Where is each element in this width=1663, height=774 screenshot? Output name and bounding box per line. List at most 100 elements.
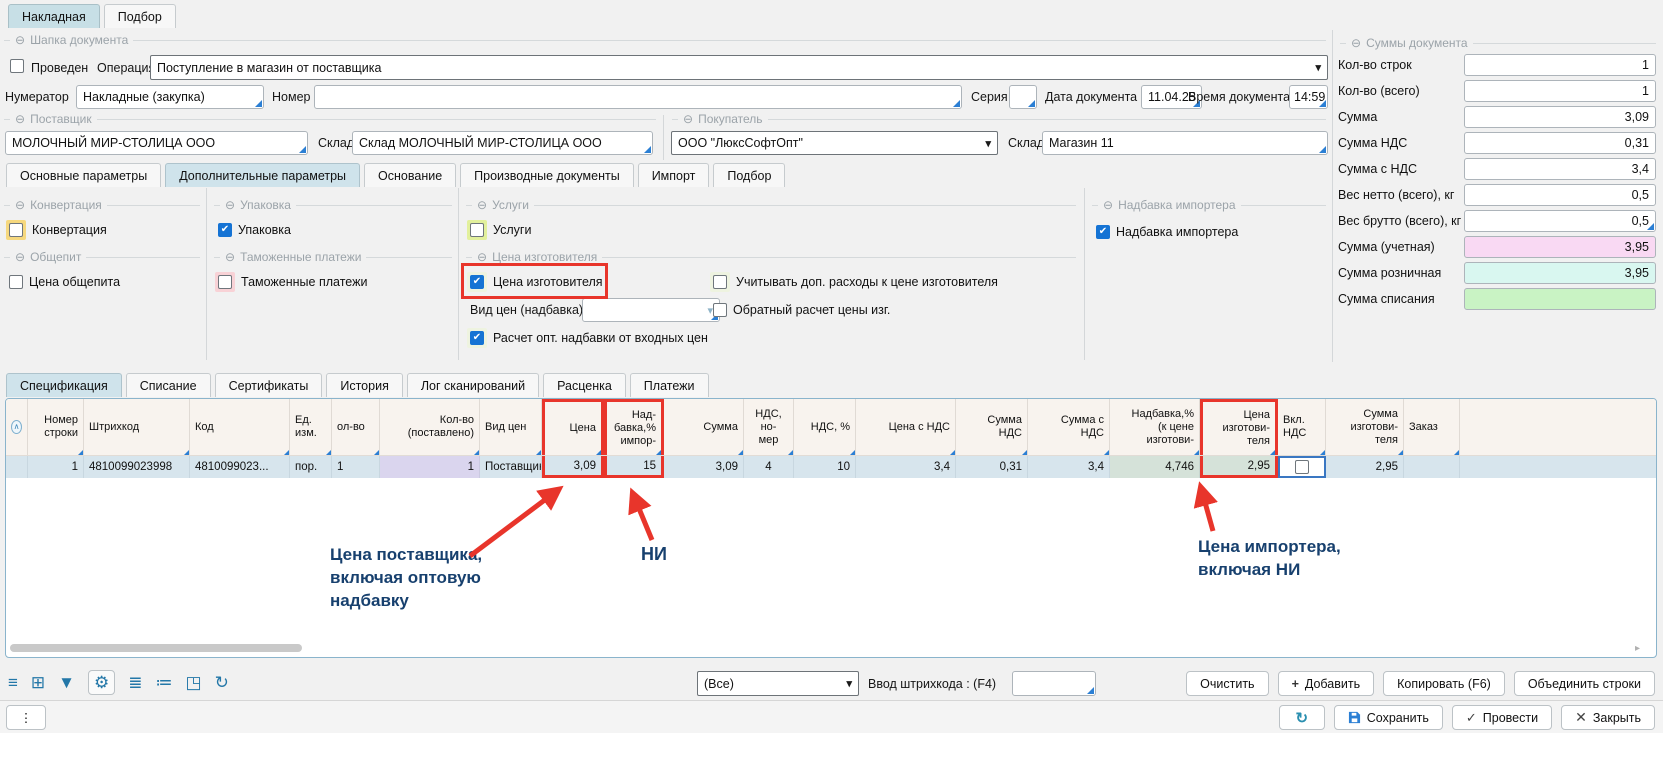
row-cell-13[interactable]: 3,4 [856, 456, 956, 478]
horizontal-scrollbar[interactable]: ▸ [10, 643, 1640, 653]
collapse-group-icon[interactable]: ⊖ [477, 199, 487, 211]
reverse-calc-checkbox-row[interactable]: Обратный расчет цены изг. [713, 300, 890, 320]
collapse-rows-icon[interactable]: ∧ [11, 420, 22, 434]
col-header-11[interactable]: НДС, но- мер [744, 399, 794, 455]
totals-value-7[interactable]: 3,95 [1464, 236, 1656, 258]
services-checkbox-row[interactable]: Услуги [467, 220, 531, 240]
refresh-button[interactable]: ↻ [1279, 705, 1325, 730]
param-tab-2[interactable]: Основание [364, 163, 456, 187]
add-button[interactable]: +Добавить [1278, 671, 1375, 696]
loop-refresh-icon[interactable]: ↻ [215, 674, 229, 691]
supplier-warehouse-field[interactable]: Склад МОЛОЧНЫЙ МИР-СТОЛИЦА ООО [352, 131, 653, 155]
close-button[interactable]: ✕Закрыть [1561, 705, 1655, 730]
row-cell-17[interactable]: 2,95 [1200, 456, 1278, 478]
collapse-group-icon[interactable]: ⊖ [15, 34, 25, 46]
conversion-checkbox-row[interactable]: Конвертация [6, 220, 107, 240]
row-cell-20[interactable] [1404, 456, 1460, 478]
top-tab-0[interactable]: Накладная [8, 4, 100, 28]
clear-button[interactable]: Очистить [1186, 671, 1268, 696]
row-cell-16[interactable]: 4,746 [1110, 456, 1200, 478]
col-header-9[interactable]: Над- бавка,% импор- [604, 399, 664, 455]
row-cell-11[interactable]: 4 [744, 456, 794, 478]
filter-select[interactable]: (Все) ▾ [697, 671, 859, 696]
operation-select[interactable]: Поступление в магазин от поставщика ▾ [150, 55, 1328, 80]
buyer-select[interactable]: ООО "ЛюксСофтОпт" ▾ [671, 131, 998, 155]
spec-tab-3[interactable]: История [326, 373, 402, 397]
copy-button[interactable]: Копировать (F6) [1383, 671, 1505, 696]
col-header-6[interactable]: Кол-во (поставлено) [380, 399, 480, 455]
row-cell-4[interactable]: пор. [290, 456, 332, 478]
numbered-list-icon[interactable]: ≣ [128, 674, 142, 691]
settings-gear-icon[interactable]: ⚙ [88, 670, 115, 695]
spec-tab-1[interactable]: Списание [126, 373, 211, 397]
document-time-field[interactable]: 14:59 [1289, 85, 1328, 109]
barcode-input[interactable] [1012, 671, 1096, 696]
top-tab-1[interactable]: Подбор [104, 4, 176, 28]
collapse-group-icon[interactable]: ⊖ [1351, 37, 1361, 49]
packaging-checkbox[interactable] [218, 223, 232, 237]
col-header-7[interactable]: Вид цен [480, 399, 542, 455]
merge-rows-button[interactable]: Объединить строки [1514, 671, 1655, 696]
row-cell-19[interactable]: 2,95 [1326, 456, 1404, 478]
row-cell-10[interactable]: 3,09 [664, 456, 744, 478]
col-header-14[interactable]: Сумма НДС [956, 399, 1028, 455]
collapse-group-icon[interactable]: ⊖ [15, 251, 25, 263]
supplier-name-field[interactable]: МОЛОЧНЫЙ МИР-СТОЛИЦА ООО [5, 131, 308, 155]
param-tab-1[interactable]: Дополнительные параметры [165, 163, 360, 187]
col-header-1[interactable]: Номер строки [28, 399, 84, 455]
col-header-2[interactable]: Штрихкод [84, 399, 190, 455]
spec-tab-6[interactable]: Платежи [630, 373, 709, 397]
collapse-group-icon[interactable]: ⊖ [15, 199, 25, 211]
packaging-checkbox-row[interactable]: Упаковка [218, 220, 291, 240]
row-cell-1[interactable]: 1 [28, 456, 84, 478]
totals-value-5[interactable]: 0,5 [1464, 184, 1656, 206]
menu-button[interactable]: ⋮ [6, 705, 46, 730]
buyer-warehouse-field[interactable]: Магазин 11 [1042, 131, 1328, 155]
spec-tab-2[interactable]: Сертификаты [215, 373, 323, 397]
opt-markup-checkbox-row[interactable]: Расчет опт. надбавки от входных цен [467, 328, 708, 348]
numerator-field[interactable]: Накладные (закупка) [76, 85, 264, 109]
spec-tab-4[interactable]: Лог сканирований [407, 373, 539, 397]
col-header-3[interactable]: Код [190, 399, 290, 455]
totals-value-4[interactable]: 3,4 [1464, 158, 1656, 180]
save-button[interactable]: Сохранить [1334, 705, 1443, 730]
opt-markup-checkbox[interactable] [470, 331, 484, 345]
catering-checkbox[interactable] [9, 275, 23, 289]
col-header-10[interactable]: Сумма [664, 399, 744, 455]
row-cell-5[interactable]: 1 [332, 456, 380, 478]
row-cell-14[interactable]: 0,31 [956, 456, 1028, 478]
list-reorder-icon[interactable]: ≔ [156, 674, 173, 691]
conversion-checkbox[interactable] [9, 223, 23, 237]
post-button[interactable]: ✓Провести [1452, 705, 1552, 730]
collapse-group-icon[interactable]: ⊖ [1103, 199, 1113, 211]
col-header-16[interactable]: Надбавка,% (к цене изготови- [1110, 399, 1200, 455]
collapse-group-icon[interactable]: ⊖ [477, 251, 487, 263]
totals-value-0[interactable]: 1 [1464, 54, 1656, 76]
col-header-20[interactable]: Заказ [1404, 399, 1460, 455]
row-cell-2[interactable]: 4810099023998 [84, 456, 190, 478]
table-row[interactable]: 148100990239984810099023...пор.11Поставщ… [6, 456, 1656, 478]
series-field[interactable] [1009, 85, 1037, 109]
collapse-group-icon[interactable]: ⊖ [683, 113, 693, 125]
collapse-group-icon[interactable]: ⊖ [225, 251, 235, 263]
totals-value-1[interactable]: 1 [1464, 80, 1656, 102]
collapse-group-icon[interactable]: ⊖ [15, 113, 25, 125]
extra-costs-checkbox-row[interactable]: Учитывать доп. расходы к цене изготовите… [710, 272, 998, 292]
importer-markup-checkbox-row[interactable]: Надбавка импортера [1096, 222, 1238, 242]
param-tab-4[interactable]: Импорт [638, 163, 710, 187]
scrollbar-right-arrow-icon[interactable]: ▸ [1635, 643, 1640, 654]
row-cell-15[interactable]: 3,4 [1028, 456, 1110, 478]
row-cell-7[interactable]: Поставщик... [480, 456, 542, 478]
scrollbar-thumb[interactable] [10, 644, 302, 652]
vat-included-checkbox[interactable] [1295, 460, 1309, 474]
grid-view-icon[interactable]: ⊞ [31, 674, 45, 691]
col-header-4[interactable]: Ед. изм. [290, 399, 332, 455]
totals-value-2[interactable]: 3,09 [1464, 106, 1656, 128]
price-kind-select[interactable]: ▾ [582, 298, 720, 322]
posted-checkbox[interactable] [10, 59, 24, 73]
list-view-icon[interactable]: ≡ [8, 674, 18, 691]
reverse-calc-checkbox[interactable] [713, 303, 727, 317]
param-tab-3[interactable]: Производные документы [460, 163, 634, 187]
collapse-group-icon[interactable]: ⊖ [225, 199, 235, 211]
param-tab-5[interactable]: Подбор [713, 163, 785, 187]
